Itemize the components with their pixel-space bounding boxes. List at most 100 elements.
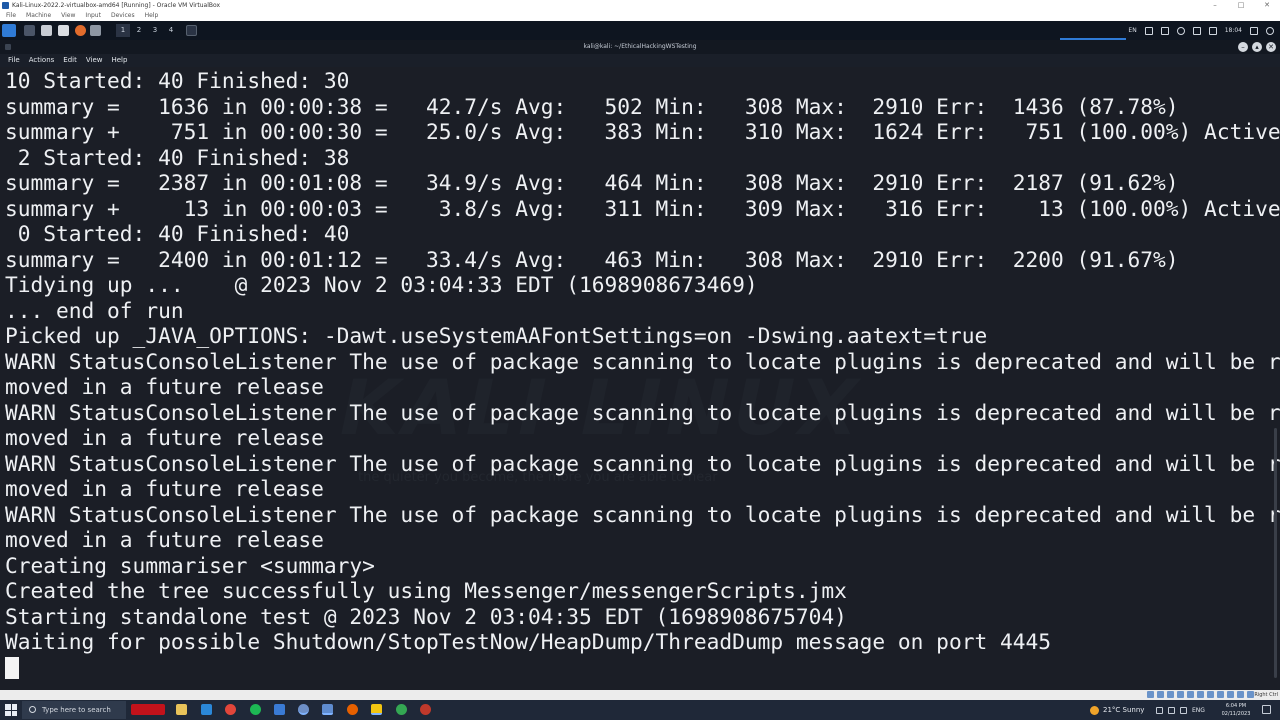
display-icon[interactable] bbox=[1160, 26, 1169, 35]
terminal-line: moved in a future release bbox=[5, 527, 324, 552]
windows-taskbar: Type here to search 21°C Sunny ENG 6:04 … bbox=[0, 700, 1280, 720]
chevron-up-icon[interactable] bbox=[1156, 706, 1163, 714]
vbox-menubar: File Machine View Input Devices Help bbox=[0, 11, 1280, 21]
terminal-line: summary + 751 in 00:00:30 = 25.0/s Avg: … bbox=[5, 119, 1280, 144]
power-icon[interactable] bbox=[1208, 26, 1217, 35]
display-status-icon[interactable] bbox=[1207, 691, 1214, 698]
sticky-notes-icon[interactable] bbox=[371, 704, 382, 715]
windows-start-icon[interactable] bbox=[5, 704, 17, 716]
vbox-menu-view[interactable]: View bbox=[61, 11, 75, 21]
file-explorer-icon[interactable] bbox=[176, 704, 187, 715]
virtualbox-icon bbox=[2, 2, 9, 9]
vbox-menu-devices[interactable]: Devices bbox=[111, 11, 135, 21]
terminal-scrollbar[interactable] bbox=[1274, 428, 1277, 678]
maximize-icon[interactable]: □ bbox=[1228, 0, 1254, 11]
lock-icon[interactable] bbox=[1250, 26, 1258, 35]
usb-icon[interactable] bbox=[1187, 691, 1194, 698]
volume-icon[interactable] bbox=[1176, 26, 1185, 35]
vbox-menu-machine[interactable]: Machine bbox=[26, 11, 51, 21]
chrome-profile-icon[interactable] bbox=[396, 704, 407, 715]
terminal-line: WARN StatusConsoleListener The use of pa… bbox=[5, 399, 1280, 425]
mcafee-app-icon[interactable] bbox=[131, 704, 165, 715]
terminal-output[interactable]: KALI LINUX the quieter you become, the m… bbox=[0, 68, 1280, 690]
terminal-launcher-icon[interactable] bbox=[24, 25, 35, 36]
terminal-line: Created the tree successfully using Mess… bbox=[5, 578, 847, 603]
vbox-window-titlebar: Kali-Linux-2022.2-virtualbox-amd64 [Runn… bbox=[0, 0, 1280, 11]
virtualbox-taskbar-icon[interactable] bbox=[322, 704, 333, 715]
file-manager-icon[interactable] bbox=[41, 25, 52, 36]
vscode-icon[interactable] bbox=[274, 704, 285, 715]
chrome-icon[interactable] bbox=[225, 704, 236, 715]
taskbar-date: 02/11/2023 bbox=[1221, 711, 1251, 717]
minimize-icon[interactable]: – bbox=[1202, 0, 1228, 11]
network-icon[interactable] bbox=[1177, 691, 1184, 698]
bell-icon[interactable] bbox=[1192, 26, 1201, 35]
keyboard-layout[interactable]: EN bbox=[1128, 27, 1136, 34]
outlook-icon[interactable] bbox=[201, 704, 212, 715]
speaker-icon[interactable] bbox=[1180, 706, 1187, 714]
terminal-menu-help[interactable]: Help bbox=[111, 54, 127, 67]
text-editor-icon[interactable] bbox=[58, 25, 69, 36]
vbox-menu-help[interactable]: Help bbox=[145, 11, 159, 21]
terminal-line: summary = 2400 in 00:01:12 = 33.4/s Avg:… bbox=[5, 246, 1179, 272]
taskbar-clock[interactable]: 6:04 PM 02/11/2023 bbox=[1218, 702, 1254, 718]
taskbar-time: 6:04 PM bbox=[1225, 703, 1247, 709]
terminal-line: 2 Started: 40 Finished: 38 bbox=[5, 144, 350, 170]
mouse-integration-icon[interactable] bbox=[1237, 691, 1244, 698]
host-key-label: Right Ctrl bbox=[1254, 692, 1278, 698]
taskbar-search[interactable]: Type here to search bbox=[22, 701, 126, 719]
terminal-titlebar: kali@kali: ~/EthicalHackingWSTesting – ▴… bbox=[0, 40, 1280, 54]
firefox-icon[interactable] bbox=[75, 25, 86, 36]
terminal-minimize-icon[interactable]: – bbox=[1238, 42, 1248, 52]
cpu-icon[interactable] bbox=[1227, 691, 1234, 698]
close-icon[interactable]: ✕ bbox=[1254, 0, 1280, 11]
workspace-4[interactable]: 4 bbox=[164, 24, 178, 37]
optical-drive-icon[interactable] bbox=[1157, 691, 1164, 698]
terminal-menu-edit[interactable]: Edit bbox=[63, 54, 77, 67]
audio-icon[interactable] bbox=[1167, 691, 1174, 698]
terminal-menu-actions[interactable]: Actions bbox=[29, 54, 55, 67]
weather-widget[interactable]: 21°C Sunny bbox=[1090, 700, 1144, 720]
taskbar-search-placeholder: Type here to search bbox=[42, 706, 111, 714]
workspace-1[interactable]: 1 bbox=[116, 24, 130, 37]
vbox-menu-file[interactable]: File bbox=[6, 11, 16, 21]
browser-icon[interactable] bbox=[298, 704, 309, 715]
window-icon[interactable] bbox=[1144, 26, 1153, 35]
terminal-line: WARN StatusConsoleListener The use of pa… bbox=[5, 450, 1280, 476]
terminal-menu-file[interactable]: File bbox=[8, 54, 20, 67]
wifi-icon[interactable] bbox=[1168, 706, 1175, 714]
terminal-menu-view[interactable]: View bbox=[86, 54, 103, 67]
firefox-taskbar-icon[interactable] bbox=[347, 704, 358, 715]
kali-top-panel: 1 2 3 4 EN 18:04 bbox=[0, 21, 1280, 40]
terminal-title: kali@kali: ~/EthicalHackingWSTesting bbox=[583, 43, 697, 50]
notification-icon[interactable] bbox=[1262, 705, 1271, 714]
language-indicator[interactable]: ENG bbox=[1192, 707, 1205, 714]
workspace-2[interactable]: 2 bbox=[132, 24, 146, 37]
vbox-window-title: Kali-Linux-2022.2-virtualbox-amd64 [Runn… bbox=[12, 2, 221, 9]
terminal-close-icon[interactable]: ✕ bbox=[1266, 42, 1276, 52]
shutdown-icon[interactable] bbox=[1266, 26, 1274, 35]
app-icon[interactable] bbox=[420, 704, 431, 715]
terminal-line: moved in a future release bbox=[5, 476, 324, 501]
terminal-line: Picked up _JAVA_OPTIONS: -Dawt.useSystem… bbox=[5, 323, 988, 348]
terminal-line: Creating summariser <summary> bbox=[5, 552, 375, 578]
workspace-3[interactable]: 3 bbox=[148, 24, 162, 37]
spotify-icon[interactable] bbox=[250, 704, 261, 715]
kali-system-tray: EN 18:04 bbox=[1128, 21, 1274, 40]
terminal-cursor bbox=[5, 657, 19, 679]
hdd-icon[interactable] bbox=[1147, 691, 1154, 698]
windows-system-tray: ENG bbox=[1156, 700, 1205, 720]
vbox-status-icons bbox=[1147, 691, 1254, 698]
weather-text: 21°C Sunny bbox=[1103, 706, 1145, 714]
kali-menu-button[interactable] bbox=[2, 24, 16, 37]
terminal-maximize-icon[interactable]: ▴ bbox=[1252, 42, 1262, 52]
terminal-line: Starting standalone test @ 2023 Nov 2 03… bbox=[5, 603, 847, 629]
shared-folder-icon[interactable] bbox=[1197, 691, 1204, 698]
vbox-menu-input[interactable]: Input bbox=[85, 11, 101, 21]
keyboard-capture-icon[interactable] bbox=[1247, 691, 1254, 698]
panel-clock[interactable]: 18:04 bbox=[1225, 27, 1242, 34]
terminal-taskbutton-icon[interactable] bbox=[186, 25, 197, 36]
recording-icon[interactable] bbox=[1217, 691, 1224, 698]
menu-dropdown-icon[interactable] bbox=[90, 25, 101, 36]
vbox-window-controls: – □ ✕ bbox=[1202, 0, 1280, 11]
